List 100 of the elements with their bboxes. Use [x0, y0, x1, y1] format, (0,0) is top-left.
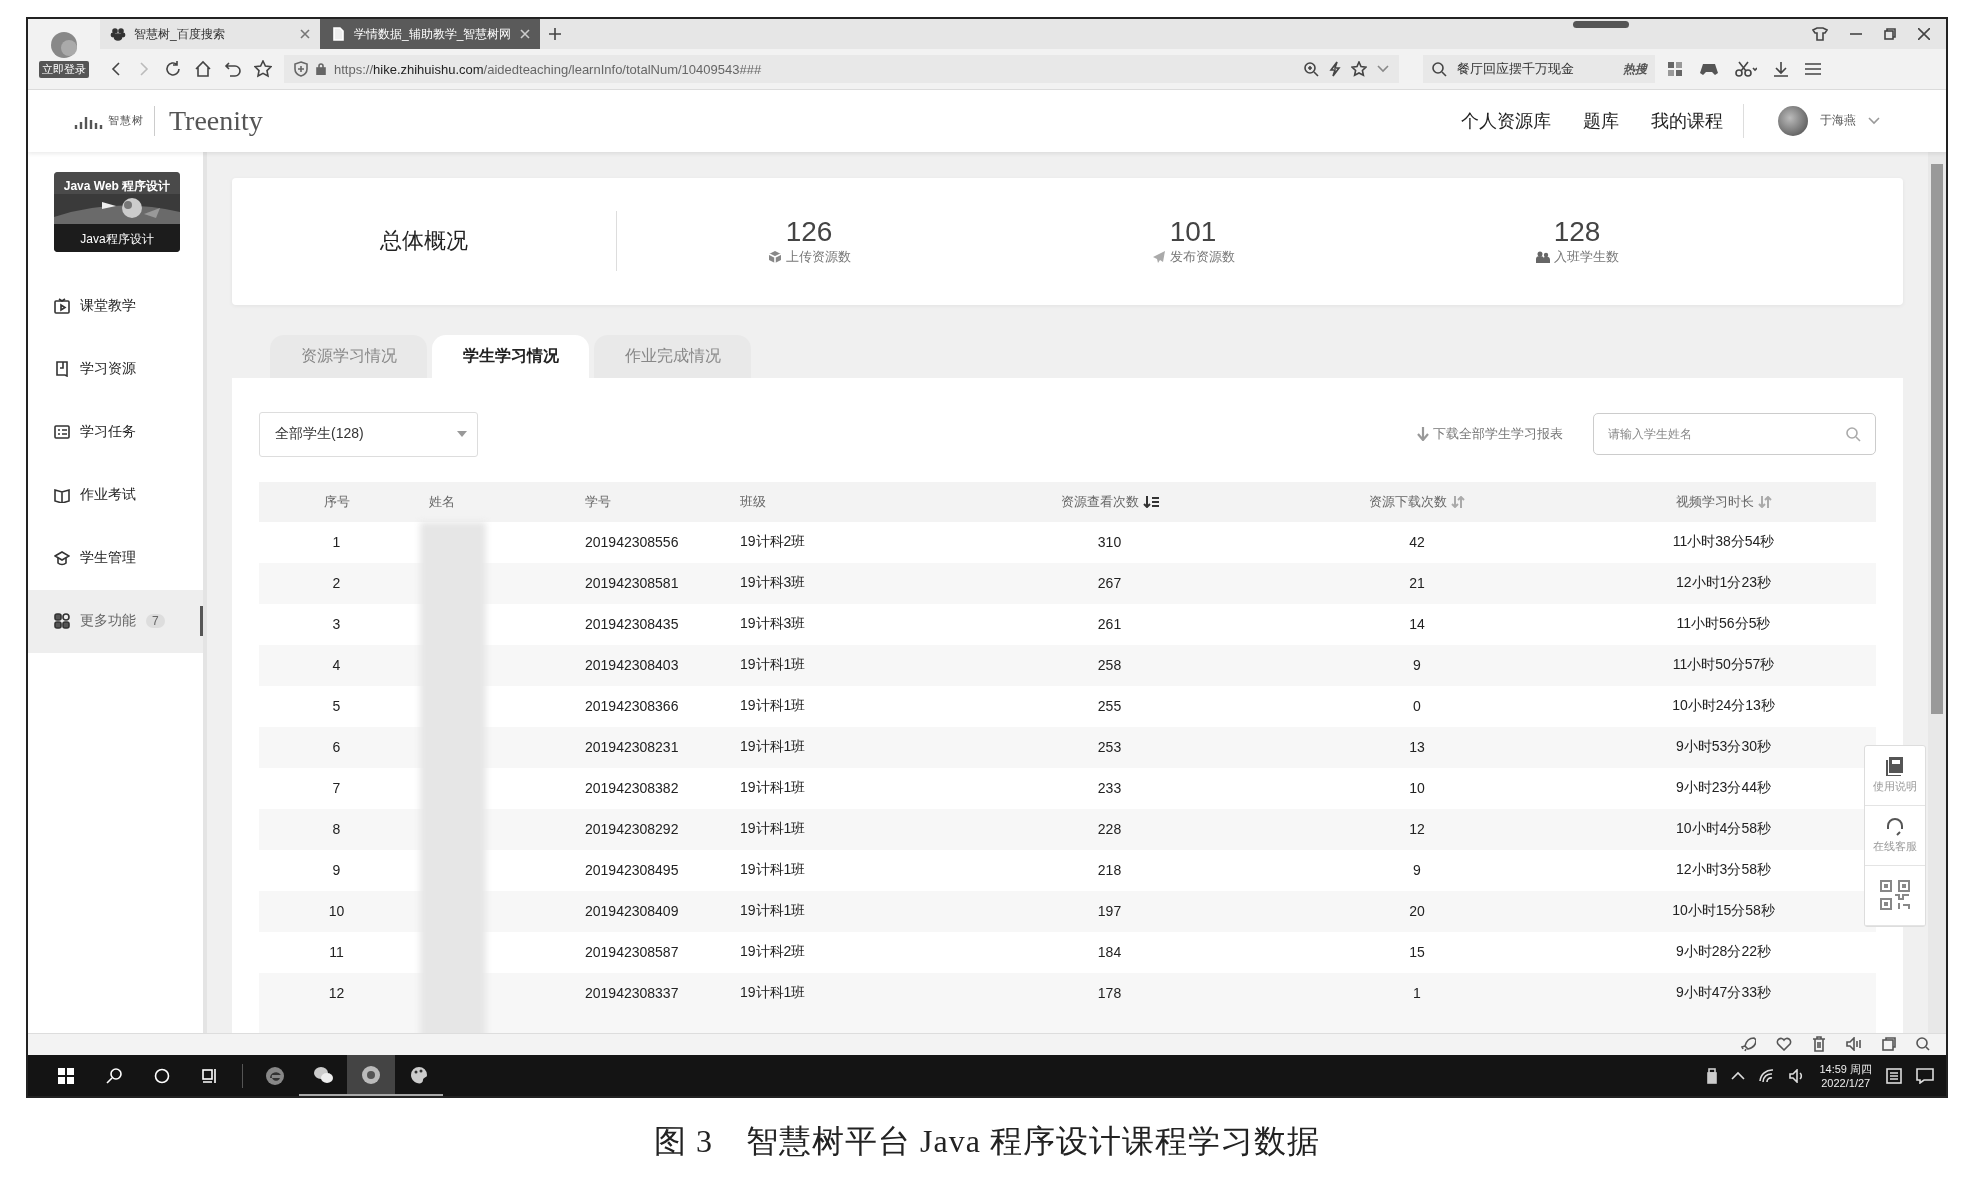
gamepad-icon[interactable]: [1699, 62, 1719, 76]
user-name[interactable]: 于海燕: [1820, 112, 1856, 130]
table-cell: 218: [1097, 862, 1122, 879]
stat-value: 101: [1169, 216, 1217, 249]
speaker-icon[interactable]: [1846, 1037, 1862, 1052]
grid-icon[interactable]: [1667, 61, 1683, 77]
table-cell: 1: [1413, 985, 1421, 1002]
table-cell: 19计科1班: [740, 820, 806, 837]
nav-link[interactable]: 我的课程: [1651, 108, 1723, 133]
table-cell: 310: [1097, 534, 1122, 551]
lightning-icon[interactable]: [1329, 61, 1341, 77]
close-icon[interactable]: [300, 29, 310, 39]
tab[interactable]: 学生学习情况: [432, 334, 589, 378]
column-header[interactable]: 班级: [740, 492, 766, 511]
column-header[interactable]: 资源下载次数: [1369, 492, 1447, 511]
hot-search-label[interactable]: 热搜: [1623, 60, 1647, 78]
table-cell: 5: [332, 698, 341, 715]
table-cell: 19计科1班: [740, 697, 806, 714]
table-cell: 10小时24分13秒: [1672, 697, 1775, 714]
usb-icon[interactable]: [1707, 1067, 1718, 1084]
column-header[interactable]: 序号: [323, 492, 350, 511]
table-cell: 253: [1097, 739, 1122, 756]
chevron-icon[interactable]: [1868, 116, 1880, 125]
table-cell: 20: [1409, 903, 1425, 920]
headset-icon[interactable]: [1885, 816, 1905, 837]
notes-icon[interactable]: [1886, 1067, 1902, 1084]
column-header[interactable]: 视频学习时长: [1675, 492, 1754, 511]
trash-icon[interactable]: [1812, 1036, 1826, 1053]
sidebar-item[interactable]: 作业考试: [28, 463, 203, 527]
clock-time[interactable]: 14:59 周四: [1819, 1061, 1872, 1076]
user-avatar[interactable]: [1778, 105, 1808, 136]
wifi-icon[interactable]: [1759, 1068, 1776, 1083]
sidebar-item[interactable]: 课堂教学: [28, 274, 203, 338]
table-cell: 201942308403: [585, 657, 679, 674]
student-filter-dropdown[interactable]: 全部学生(128): [259, 411, 478, 457]
heart-icon[interactable]: [1776, 1037, 1792, 1052]
clock-date[interactable]: 2022/1/27: [1821, 1075, 1871, 1090]
nav-link[interactable]: 题库: [1583, 108, 1619, 133]
download-report-link[interactable]: 下载全部学生学习报表: [1433, 425, 1563, 444]
close-icon[interactable]: [1918, 28, 1930, 40]
column-header[interactable]: 学号: [585, 492, 611, 511]
table-cell: 42: [1409, 534, 1425, 551]
table-cell: 9小时53分30秒: [1676, 738, 1771, 755]
table-cell: 12: [1409, 821, 1425, 838]
star-icon[interactable]: [1351, 61, 1367, 77]
sidebar-item[interactable]: 更多功能 7: [28, 589, 203, 653]
browser-tab[interactable]: 智慧树_百度搜索: [100, 19, 320, 49]
search-icon[interactable]: [1916, 1037, 1930, 1052]
windows-start-icon[interactable]: [58, 1067, 74, 1084]
download-icon[interactable]: [1773, 61, 1789, 77]
search-icon[interactable]: [106, 1067, 122, 1084]
scrollbar-thumb[interactable]: [1931, 163, 1943, 714]
menu-icon[interactable]: [1805, 62, 1821, 76]
search-field[interactable]: 餐厅回应摆千万现金 热搜: [1423, 55, 1655, 83]
graduation-cap-icon: [54, 550, 70, 567]
window-handle[interactable]: [1573, 21, 1629, 28]
table-cell: 12: [328, 985, 345, 1002]
zoom-icon[interactable]: [1303, 61, 1319, 77]
table-cell: 3: [332, 616, 341, 633]
sort-descending-icon[interactable]: [1142, 495, 1159, 508]
notification-icon[interactable]: [1916, 1067, 1934, 1084]
column-header[interactable]: 姓名: [429, 492, 455, 511]
home-icon[interactable]: [194, 60, 212, 78]
stat-label: 上传资源数: [785, 248, 851, 267]
sidebar-item[interactable]: 学习任务: [28, 400, 203, 464]
task-view-icon[interactable]: [202, 1067, 218, 1084]
book-icon[interactable]: [1885, 756, 1905, 777]
nav-link[interactable]: 个人资源库: [1461, 108, 1551, 133]
browser-tab[interactable]: 学情数据_辅助教学_智慧树网: [320, 19, 540, 49]
window-icon[interactable]: [1882, 1037, 1896, 1052]
lock-icon: [316, 63, 326, 75]
login-button[interactable]: 立即登录: [39, 61, 89, 78]
caret-icon: [457, 431, 467, 438]
scrollbar[interactable]: [1928, 151, 1946, 1033]
column-header[interactable]: 资源查看次数: [1060, 492, 1139, 511]
student-search-field[interactable]: 请输入学生姓名: [1593, 413, 1876, 456]
undo-icon[interactable]: [224, 60, 242, 78]
brand-name: Treenity: [154, 105, 263, 136]
table-cell: 11: [329, 944, 344, 961]
table-cell: 201942308556: [585, 534, 679, 551]
star-icon[interactable]: [254, 60, 272, 78]
table-cell: 19计科1班: [740, 738, 806, 755]
table-cell: 178: [1097, 985, 1122, 1002]
rocket-icon[interactable]: [1740, 1036, 1756, 1053]
apps-icon: [54, 613, 70, 630]
address-bar[interactable]: https://hike.zhihuishu.com/aidedteaching/learnInfo/totalNum/10409543###: [284, 55, 1399, 83]
reload-icon[interactable]: [164, 60, 182, 78]
qr-code-icon[interactable]: [1880, 880, 1910, 911]
restore-icon[interactable]: [1884, 28, 1896, 40]
table-cell: 19计科2班: [740, 943, 806, 960]
table-cell: 15: [1409, 944, 1425, 961]
shirt-icon[interactable]: [1812, 27, 1828, 41]
chevron-up-icon[interactable]: [1731, 1070, 1746, 1081]
scissors-icon[interactable]: [1735, 61, 1757, 77]
circle-icon[interactable]: [154, 1067, 170, 1084]
new-tab-icon[interactable]: [548, 27, 562, 41]
table-cell: 19计科1班: [740, 656, 806, 673]
chevron-icon[interactable]: [1377, 65, 1389, 73]
sidebar-item[interactable]: 学生管理: [28, 526, 203, 590]
sidebar-item[interactable]: 学习资源: [28, 337, 203, 401]
